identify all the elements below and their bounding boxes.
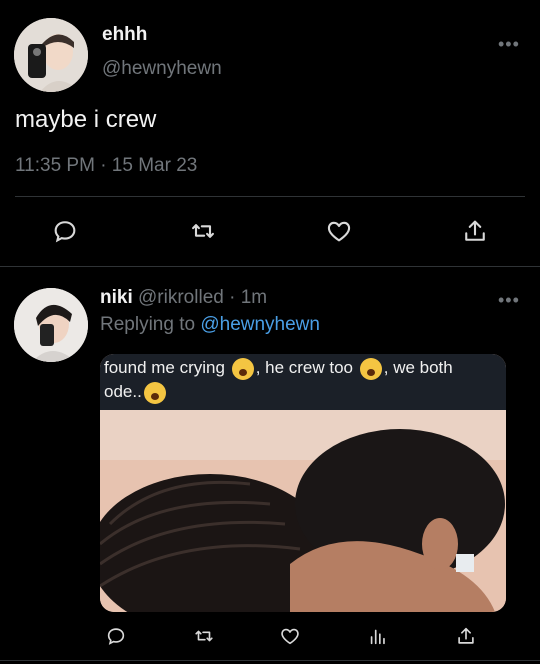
retweet-icon: [195, 630, 213, 642]
divider: [15, 196, 525, 197]
handle[interactable]: @rikrolled: [138, 287, 224, 308]
divider: [0, 660, 540, 661]
divider: [0, 266, 540, 267]
heart-icon: [327, 221, 351, 242]
heart-icon: [281, 628, 299, 645]
avatar-image: [14, 18, 88, 92]
more-icon[interactable]: •••: [498, 290, 520, 311]
display-name[interactable]: niki: [100, 287, 133, 308]
replying-to: Replying to @hewnyhewn: [100, 314, 320, 336]
share-icon: [458, 627, 474, 644]
timestamp[interactable]: 11:35 PM · 15 Mar 23: [15, 155, 197, 177]
retweet-button[interactable]: [186, 214, 220, 248]
reply-icon: [54, 221, 76, 243]
like-button[interactable]: [322, 214, 356, 248]
photo-illustration: [100, 410, 506, 612]
replying-prefix: Replying to: [100, 314, 196, 335]
replying-to-link[interactable]: @hewnyhewn: [200, 314, 320, 335]
analytics-button[interactable]: [364, 622, 392, 650]
reply-button[interactable]: [102, 622, 130, 650]
time[interactable]: · 1m: [229, 287, 267, 308]
retweet-button[interactable]: [190, 622, 218, 650]
handle[interactable]: @hewnyhewn: [102, 58, 222, 80]
tweet-text: maybe i crew: [15, 106, 157, 133]
retweet-icon: [192, 224, 214, 238]
share-icon: [465, 220, 485, 241]
like-button[interactable]: [276, 622, 304, 650]
reply-header: niki @rikrolled · 1m: [100, 287, 267, 309]
avatar-image: [14, 288, 88, 362]
reply-button[interactable]: [48, 214, 82, 248]
main-tweet: ehhh @hewnyhewn ••• maybe i crew 11:35 P…: [0, 0, 540, 266]
avatar[interactable]: [14, 18, 88, 92]
share-button[interactable]: [452, 622, 480, 650]
share-button[interactable]: [458, 214, 492, 248]
avatar[interactable]: [14, 288, 88, 362]
media-image[interactable]: found me crying , he crew too , we both …: [100, 354, 506, 612]
display-name[interactable]: ehhh: [102, 24, 147, 46]
reply-icon: [107, 628, 125, 645]
more-icon[interactable]: •••: [498, 34, 520, 55]
analytics-icon: [370, 629, 385, 645]
